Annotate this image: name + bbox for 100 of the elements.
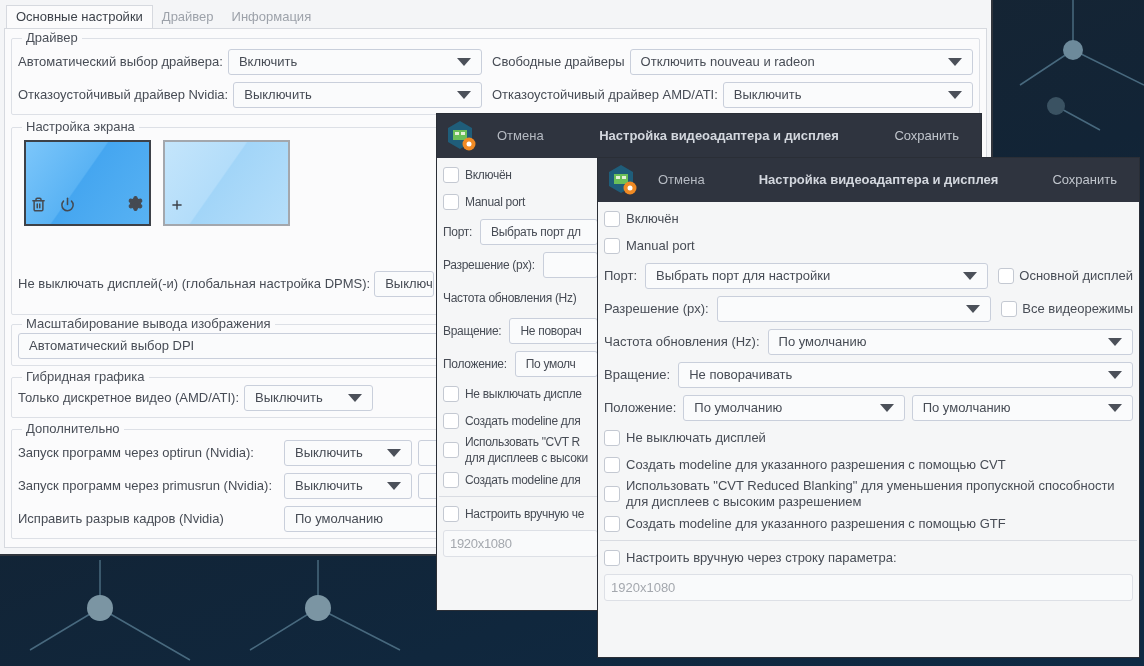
field-label: Порт: [604, 266, 638, 285]
caret-icon [966, 304, 981, 313]
checkbox-label: Создать modeline для указанного разрешения с помощью CVT [626, 456, 1006, 473]
checkbox-label: Не выключать дисплей [626, 429, 766, 446]
dropdown[interactable]: Выбрать порт дл [480, 218, 598, 245]
checkbox-label: Включён [465, 166, 512, 183]
dialog-title: Настройка видеоадаптера и дисплея [758, 171, 999, 190]
dropdown[interactable]: По умолч [514, 350, 598, 377]
dropdown[interactable]: Включить [227, 49, 482, 75]
dropdown[interactable]: Выключить [284, 473, 412, 499]
field-label: Не выключать дисплей(-и) (глобальная настройка DPMS): [18, 275, 371, 294]
checkbox[interactable] [443, 471, 459, 488]
checkbox[interactable] [604, 429, 620, 446]
checkbox-label: Настроить вручную через строку параметра: [626, 549, 897, 566]
field-label: Отказоустойчивый драйвер AMD/ATI: [492, 86, 718, 105]
checkbox[interactable] [1001, 300, 1018, 317]
checkbox-label: Использовать "CVT Reduced Blanking" для уменьшения пропускной способности для дисплеев с высоким разрешением [626, 478, 1116, 510]
checkbox[interactable] [604, 486, 620, 502]
group-title: Настройка экрана [25, 120, 136, 134]
field-label: Разрешение (px): [443, 256, 535, 274]
caret-icon [948, 58, 962, 66]
field-label: Только дискретное видео (AMD/ATI): [18, 389, 240, 408]
dropdown[interactable]: Не поворач [509, 317, 598, 344]
dropdown[interactable]: Отключить nouveau и radeon [629, 49, 973, 75]
checkbox-label: Не выключать диспле [465, 385, 582, 402]
power-icon[interactable] [60, 197, 75, 212]
caret-icon [948, 91, 962, 99]
field-label: Разрешение (px): [604, 299, 709, 318]
field-label: Положение: [443, 355, 507, 373]
checkbox[interactable] [443, 385, 459, 402]
checkbox[interactable] [443, 412, 459, 429]
caret-icon [879, 403, 894, 412]
caret-icon [1108, 403, 1122, 412]
dropdown[interactable]: По умолчанию [911, 394, 1133, 421]
caret-icon [348, 394, 363, 402]
field-label: Положение: [604, 398, 677, 417]
checkbox-label: Настроить вручную че [465, 505, 585, 522]
parameter-input[interactable]: 1920x1080 [604, 574, 1133, 601]
dropdown[interactable]: По умолчанию [683, 394, 905, 421]
caret-icon [387, 449, 401, 457]
checkbox[interactable] [443, 193, 459, 210]
checkbox-label: Создать modeline для [465, 471, 581, 488]
caret-icon [1108, 337, 1122, 346]
display-tile[interactable] [163, 140, 290, 226]
display-tile[interactable] [24, 140, 151, 226]
group-title: Гибридная графика [25, 370, 146, 384]
save-button[interactable]: Сохранить [894, 126, 959, 146]
field-label: Запуск программ через primusrun (Nvidia): [18, 477, 273, 496]
save-button[interactable]: Сохранить [1052, 170, 1117, 190]
plus-icon[interactable] [170, 198, 184, 212]
checkbox-label: Manual port [626, 237, 695, 254]
checkbox-label: Использовать "CVT R для дисплеев с высоки [465, 434, 588, 466]
group-title: Драйвер [25, 31, 79, 45]
caret-icon [457, 58, 471, 66]
checkbox[interactable] [604, 237, 620, 254]
dropdown[interactable]: По умолчанию [767, 328, 1133, 355]
group-title: Дополнительно [25, 422, 121, 436]
checkbox[interactable] [443, 505, 459, 522]
checkbox[interactable] [443, 442, 459, 458]
field-label: Порт: [443, 223, 473, 241]
caret-icon [457, 91, 471, 99]
checkbox[interactable] [998, 267, 1015, 284]
checkbox[interactable] [604, 515, 620, 532]
dropdown[interactable]: Не поворачивать [678, 361, 1133, 388]
checkbox-label: Все видеорежимы [1022, 299, 1133, 318]
field-label: Частота обновления (Hz) [443, 289, 577, 307]
dialog-title: Настройка видеоадаптера и дисплея [599, 127, 839, 146]
field-label: Отказоустойчивый драйвер Nvidia: [18, 86, 229, 105]
checkbox[interactable] [604, 549, 620, 566]
checkbox[interactable] [443, 166, 459, 183]
tab[interactable]: Основные настройки [6, 5, 153, 28]
app-icon [608, 164, 638, 196]
checkbox-label: Создать modeline для указанного разрешения с помощью GTF [626, 515, 1006, 532]
dropdown[interactable]: Выключить [722, 82, 973, 108]
settings-icon[interactable] [127, 195, 144, 212]
group-title: Масштабирование вывода изображения [25, 317, 272, 331]
checkbox-label: Создать modeline для [465, 412, 581, 429]
dropdown[interactable]: Выбрать порт для настройки [645, 262, 989, 289]
dropdown[interactable]: Выключить [233, 82, 482, 108]
caret-icon [1108, 370, 1122, 379]
field-label: Вращение: [604, 365, 671, 384]
parameter-input[interactable]: 1920x1080 [443, 530, 598, 557]
field-label: Свободные драйверы [492, 53, 625, 72]
checkbox[interactable] [604, 456, 620, 473]
field-label: Автоматический выбор драйвера: [18, 53, 223, 72]
dropdown[interactable]: Выключить [284, 440, 412, 466]
checkbox-label: Включён [626, 210, 679, 227]
dropdown[interactable]: Выключить [244, 385, 374, 411]
field-label: Частота обновления (Hz): [604, 332, 760, 351]
checkbox-label: Основной дисплей [1019, 266, 1133, 285]
field-label: Вращение: [443, 322, 502, 340]
dropdown[interactable]: Выключ [374, 271, 435, 297]
trash-icon[interactable] [31, 197, 46, 212]
caret-icon [387, 482, 401, 490]
cancel-button[interactable]: Отмена [658, 170, 705, 190]
app-icon [447, 120, 477, 152]
checkbox[interactable] [604, 210, 620, 227]
cancel-button[interactable]: Отмена [497, 126, 544, 146]
checkbox-label: Manual port [465, 193, 526, 210]
field-label: Запуск программ через optirun (Nvidia): [18, 444, 255, 463]
